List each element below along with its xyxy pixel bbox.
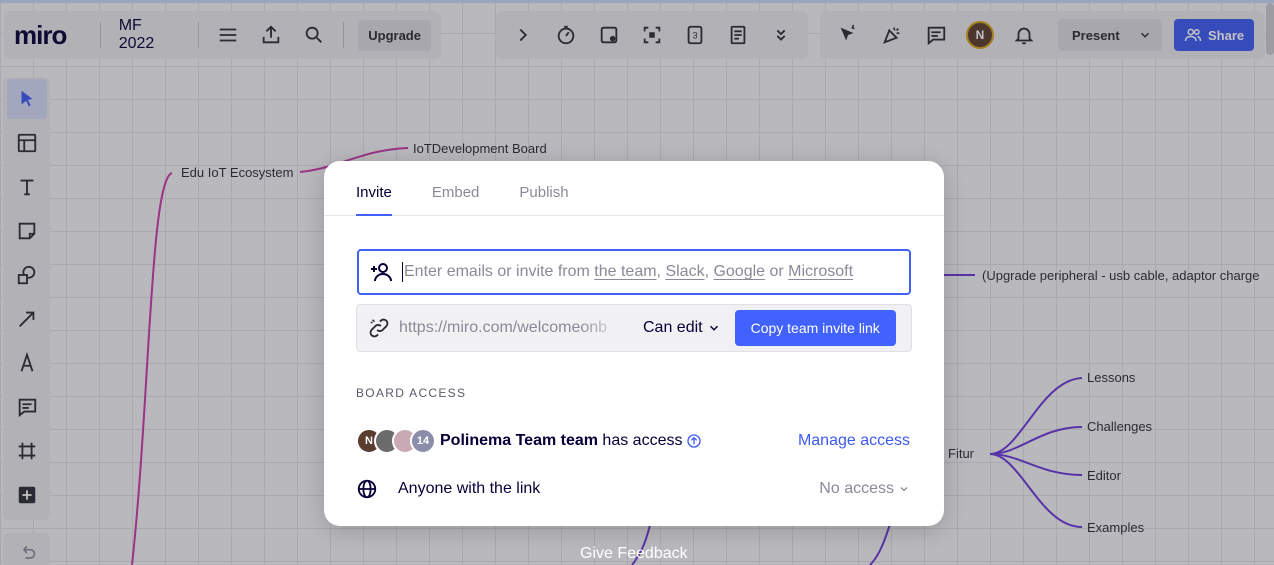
link-access-row: Anyone with the link No access	[356, 477, 910, 501]
give-feedback-link[interactable]: Give Feedback	[580, 545, 688, 563]
invite-email-input[interactable]: Enter emails or invite from the team, Sl…	[357, 249, 911, 295]
globe-icon	[356, 478, 382, 500]
permission-dropdown[interactable]: Can edit	[643, 319, 721, 337]
invite-team-link[interactable]: the team	[594, 263, 656, 280]
tab-embed[interactable]: Embed	[432, 184, 480, 215]
chevron-down-icon	[900, 487, 908, 492]
add-user-icon	[371, 263, 392, 282]
invite-microsoft-link[interactable]: Microsoft	[788, 263, 853, 280]
board-access-heading: BOARD ACCESS	[356, 386, 467, 400]
team-avatars: N 14	[356, 428, 440, 454]
anyone-with-link-label: Anyone with the link	[398, 480, 541, 497]
link-icon	[369, 318, 389, 338]
arrow-up-circle-icon[interactable]	[686, 433, 702, 449]
team-name: Polinema Team team	[440, 432, 598, 449]
team-access-text: Polinema Team team has access	[440, 432, 683, 449]
manage-access-link[interactable]: Manage access	[798, 432, 910, 450]
invite-link-row: https://miro.com/welcomeonb Can edit Cop…	[356, 304, 912, 352]
team-access-row: N 14 Polinema Team team has access Manag…	[356, 427, 910, 455]
invite-link-url[interactable]: https://miro.com/welcomeonb	[399, 319, 625, 337]
tab-invite[interactable]: Invite	[356, 184, 392, 216]
link-access-dropdown[interactable]: No access	[819, 480, 910, 498]
avatar-count: 14	[410, 428, 436, 454]
invite-slack-link[interactable]: Slack	[665, 263, 704, 280]
share-dialog: Invite Embed Publish Enter emails or inv…	[324, 161, 944, 526]
share-tabs: Invite Embed Publish	[324, 161, 944, 216]
copy-invite-link-button[interactable]: Copy team invite link	[734, 310, 896, 346]
chevron-down-icon	[709, 325, 718, 331]
tab-publish[interactable]: Publish	[519, 184, 568, 215]
text-caret	[402, 262, 403, 282]
email-placeholder: Enter emails or invite from the team, Sl…	[404, 263, 854, 280]
invite-google-link[interactable]: Google	[713, 263, 765, 280]
